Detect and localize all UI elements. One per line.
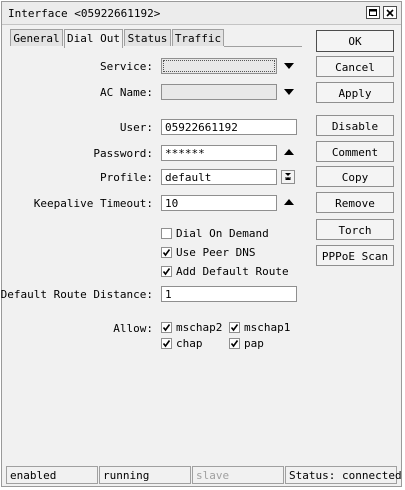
ac-name-field[interactable] xyxy=(161,84,277,100)
interface-window: Interface <05922661192> General Dial Out… xyxy=(1,1,402,487)
use-peer-dns-label: Use Peer DNS xyxy=(176,246,256,259)
add-default-route-label: Add Default Route xyxy=(176,265,289,278)
keepalive-input[interactable]: 10 xyxy=(161,195,277,211)
service-select[interactable] xyxy=(161,58,277,74)
checkmark-icon xyxy=(230,340,239,348)
ac-name-dropdown-icon[interactable] xyxy=(284,89,294,95)
tab-general-label: General xyxy=(13,32,60,45)
profile-dropdown-icon[interactable] xyxy=(281,170,295,184)
close-icon[interactable] xyxy=(383,6,397,19)
ac-name-label: AC Name: xyxy=(100,86,153,99)
copy-button[interactable]: Copy xyxy=(316,166,394,187)
status-enabled: enabled xyxy=(6,466,98,484)
password-label: Password: xyxy=(93,147,153,160)
tab-dial-out-label: Dial Out xyxy=(67,32,120,45)
profile-value: default xyxy=(165,171,212,184)
user-value: 05922661192 xyxy=(165,121,238,134)
tab-traffic[interactable]: Traffic xyxy=(172,29,224,46)
allow-mschap1-label: mschap1 xyxy=(244,321,291,334)
password-value: ****** xyxy=(165,147,205,160)
torch-button[interactable]: Torch xyxy=(316,219,394,240)
tab-dial-out[interactable]: Dial Out xyxy=(64,29,123,48)
tab-status-label: Status xyxy=(127,32,168,45)
user-input[interactable]: 05922661192 xyxy=(161,119,297,135)
checkmark-icon xyxy=(162,324,171,332)
checkmark-icon xyxy=(162,249,171,257)
status-slave: slave xyxy=(192,466,284,484)
tab-traffic-label: Traffic xyxy=(174,32,222,45)
checkmark-icon xyxy=(230,324,239,332)
pppoe-scan-button[interactable]: PPPoE Scan xyxy=(316,245,394,266)
window-title: Interface <05922661192> xyxy=(8,7,161,20)
allow-mschap2-checkbox[interactable] xyxy=(161,322,172,333)
allow-label: Allow: xyxy=(113,322,153,335)
apply-button[interactable]: Apply xyxy=(316,82,394,103)
remove-button[interactable]: Remove xyxy=(316,192,394,213)
comment-button[interactable]: Comment xyxy=(316,141,394,162)
tab-status[interactable]: Status xyxy=(124,29,171,46)
allow-chap-checkbox[interactable] xyxy=(161,338,172,349)
default-route-distance-label: Default Route Distance: xyxy=(0,288,153,301)
tab-divider xyxy=(224,46,302,47)
user-label: User: xyxy=(119,121,153,134)
checkmark-icon xyxy=(162,268,171,276)
password-input[interactable]: ****** xyxy=(161,145,277,161)
service-label: Service: xyxy=(100,60,153,73)
keepalive-label: Keepalive Timeout: xyxy=(33,197,153,210)
default-route-distance-value: 1 xyxy=(165,288,172,301)
dial-on-demand-label: Dial On Demand xyxy=(176,227,269,240)
keepalive-collapse-icon[interactable] xyxy=(284,199,294,205)
profile-label: Profile: xyxy=(100,171,153,184)
allow-mschap1-checkbox[interactable] xyxy=(229,322,240,333)
disable-button[interactable]: Disable xyxy=(316,115,394,136)
tab-general[interactable]: General xyxy=(10,29,63,46)
ok-button[interactable]: OK xyxy=(316,30,394,52)
allow-pap-checkbox[interactable] xyxy=(229,338,240,349)
title-bar[interactable]: Interface <05922661192> xyxy=(2,2,401,25)
status-running: running xyxy=(99,466,191,484)
add-default-route-checkbox[interactable] xyxy=(161,266,172,277)
allow-mschap2-label: mschap2 xyxy=(176,321,223,334)
maximize-icon[interactable] xyxy=(366,6,380,19)
checkmark-icon xyxy=(162,340,171,348)
use-peer-dns-checkbox[interactable] xyxy=(161,247,172,258)
cancel-button[interactable]: Cancel xyxy=(316,56,394,77)
dial-on-demand-checkbox[interactable] xyxy=(161,228,172,239)
default-route-distance-input[interactable]: 1 xyxy=(161,286,297,302)
service-dropdown-icon[interactable] xyxy=(284,63,294,69)
allow-pap-label: pap xyxy=(244,337,264,350)
password-collapse-icon[interactable] xyxy=(284,149,294,155)
profile-select[interactable]: default xyxy=(161,169,277,185)
status-connection: Status: connected xyxy=(285,466,402,484)
allow-chap-label: chap xyxy=(176,337,203,350)
keepalive-value: 10 xyxy=(165,197,179,210)
